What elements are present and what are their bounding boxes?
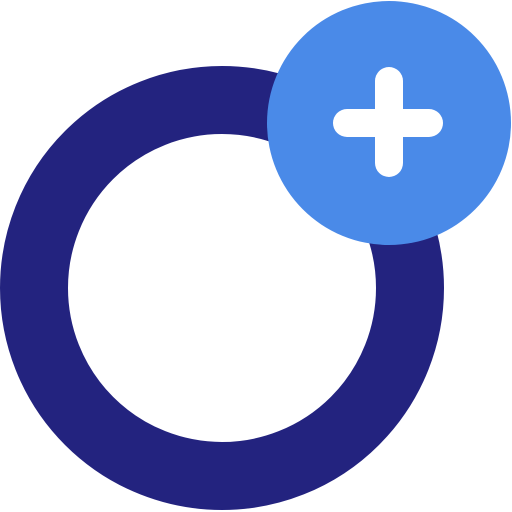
plus-icon-vertical: [375, 67, 403, 177]
logo-graphic: [0, 0, 512, 512]
app-logo: [0, 0, 512, 512]
